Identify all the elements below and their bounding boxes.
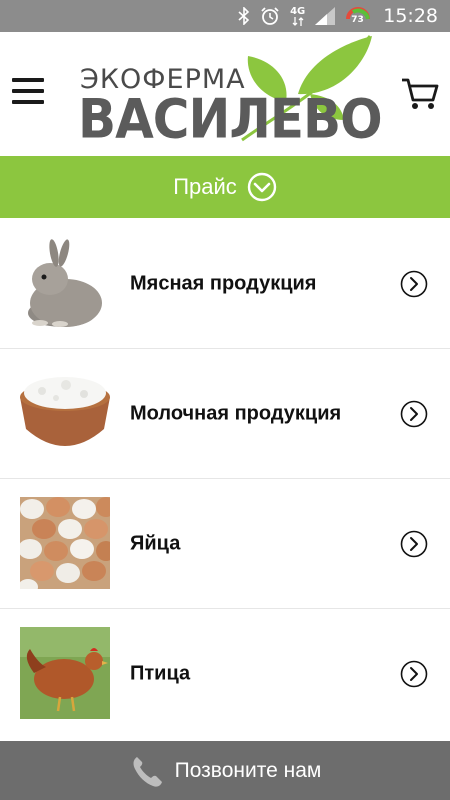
price-label: Прайс bbox=[173, 174, 237, 199]
logo: ЭКОФЕРМА ВАСИЛЕВО bbox=[78, 34, 383, 152]
app-header: ЭКОФЕРМА ВАСИЛЕВО bbox=[0, 32, 450, 156]
chevron-right-circle-icon bbox=[400, 400, 428, 427]
category-item-poultry[interactable]: Птица bbox=[0, 609, 450, 739]
category-label: Птица bbox=[130, 662, 191, 685]
signal-icon bbox=[315, 7, 336, 25]
chevron-right-circle-icon bbox=[400, 270, 428, 297]
category-label: Мясная продукция bbox=[130, 272, 317, 294]
menu-button[interactable] bbox=[12, 78, 48, 108]
network-label: 4G bbox=[290, 5, 306, 17]
price-toggle-button[interactable]: Прайс bbox=[0, 156, 450, 218]
call-us-label: Позвоните нам bbox=[174, 758, 322, 782]
rabbit-image bbox=[28, 239, 102, 327]
cottage-cheese-image bbox=[20, 377, 110, 446]
chevron-right-circle-icon bbox=[400, 530, 428, 557]
eggs-image bbox=[20, 497, 110, 589]
battery-level: 73 bbox=[351, 15, 364, 25]
logo-title: ВАСИЛЕВО bbox=[78, 88, 383, 151]
status-bar: 4G 73 15:28 bbox=[0, 0, 450, 32]
category-list: Мясная продукция Молочная продукция Яйца… bbox=[0, 219, 450, 739]
chevron-right-circle-icon bbox=[400, 660, 428, 688]
phone-icon bbox=[133, 756, 162, 787]
app-screen: 4G 73 15:28 ЭКОФЕРМА ВАСИЛЕВО Прайс Мясн… bbox=[0, 0, 450, 800]
category-label: Яйца bbox=[130, 532, 181, 554]
shopping-cart-icon bbox=[402, 78, 439, 109]
chevron-down-circle-icon bbox=[247, 172, 277, 202]
category-item-eggs[interactable]: Яйца bbox=[0, 479, 450, 609]
call-us-button[interactable]: Позвоните нам bbox=[0, 741, 450, 800]
category-label: Молочная продукция bbox=[130, 402, 342, 424]
cart-button[interactable] bbox=[400, 76, 440, 112]
battery-icon: 73 bbox=[345, 5, 371, 27]
category-item-meat[interactable]: Мясная продукция bbox=[0, 219, 450, 349]
clock: 15:28 bbox=[383, 5, 438, 27]
hen-image bbox=[20, 627, 110, 719]
alarm-icon bbox=[260, 6, 280, 26]
network-4g-icon: 4G bbox=[290, 5, 306, 26]
hamburger-menu-icon bbox=[12, 78, 44, 82]
bluetooth-icon bbox=[238, 7, 250, 25]
category-item-dairy[interactable]: Молочная продукция bbox=[0, 349, 450, 479]
